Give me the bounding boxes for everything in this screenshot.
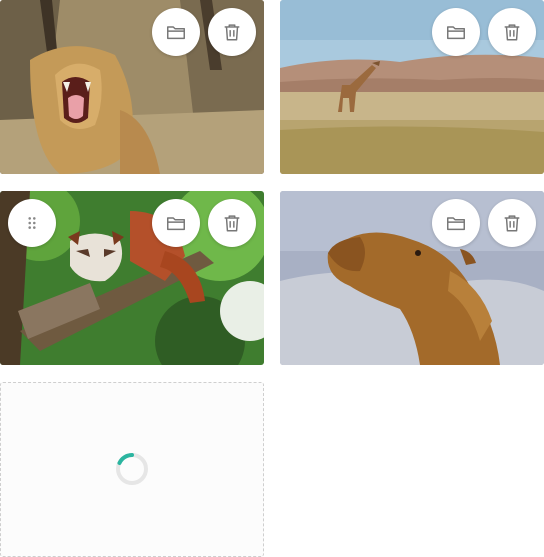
folder-icon — [447, 217, 465, 231]
trash-icon — [224, 215, 240, 232]
delete-button[interactable] — [208, 199, 256, 247]
gallery-item-lion[interactable] — [0, 0, 264, 174]
move-to-folder-button[interactable] — [152, 199, 200, 247]
folder-icon — [447, 26, 465, 40]
gallery-item-camel[interactable] — [280, 191, 544, 365]
folder-icon — [167, 26, 185, 40]
gallery-item-giraffe[interactable] — [280, 0, 544, 174]
spinner-icon — [116, 453, 148, 485]
folder-icon — [167, 217, 185, 231]
delete-button[interactable] — [488, 8, 536, 56]
delete-button[interactable] — [488, 199, 536, 247]
loading-spinner — [115, 452, 149, 486]
move-to-folder-button[interactable] — [432, 199, 480, 247]
move-to-folder-button[interactable] — [432, 8, 480, 56]
move-to-folder-button[interactable] — [152, 8, 200, 56]
image-gallery — [0, 0, 544, 557]
trash-icon — [504, 24, 520, 41]
drag-handle-icon — [28, 217, 36, 229]
gallery-item-red-panda[interactable] — [0, 191, 264, 365]
trash-icon — [504, 215, 520, 232]
delete-button[interactable] — [208, 8, 256, 56]
trash-icon — [224, 24, 240, 41]
drag-handle-button[interactable] — [8, 199, 56, 247]
